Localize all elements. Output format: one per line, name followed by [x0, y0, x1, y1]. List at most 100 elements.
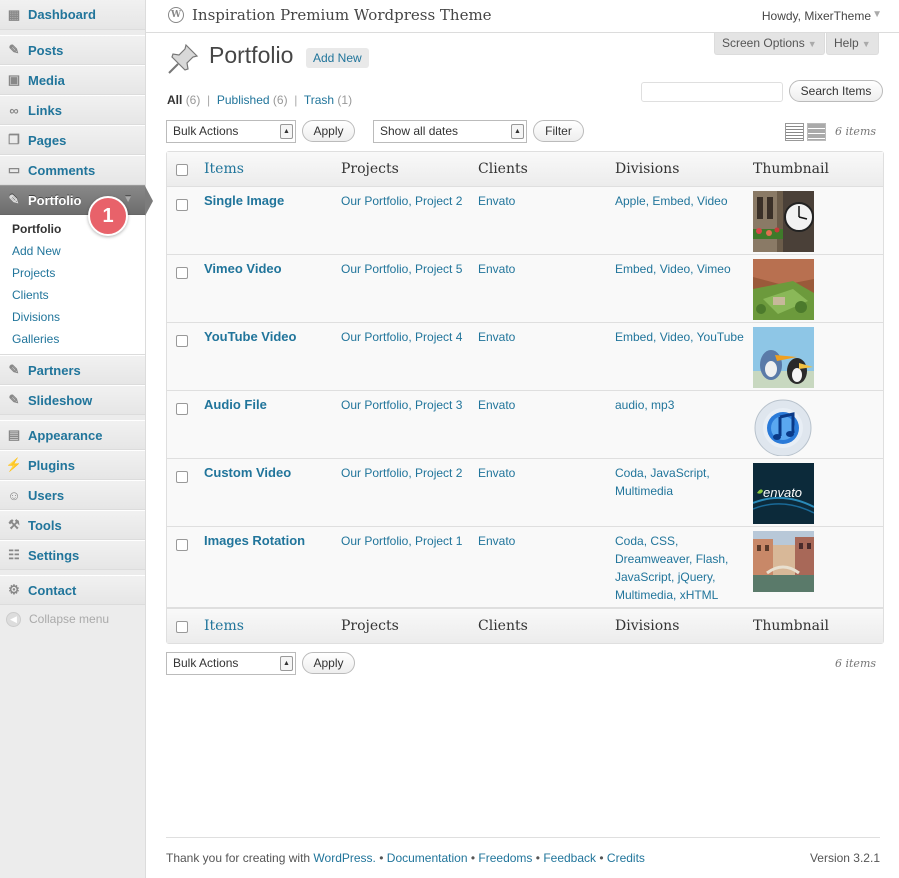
projects-links[interactable]: Our Portfolio, Project 2	[341, 464, 471, 482]
menu-settings[interactable]: ☷ Settings	[0, 540, 145, 570]
select-arrows-icon: ▲	[280, 124, 293, 139]
apply-button[interactable]: Apply	[302, 652, 355, 674]
divisions-links[interactable]: Embed, Video, Vimeo	[615, 260, 745, 278]
search-items-button[interactable]: Search Items	[789, 80, 883, 102]
menu-pages[interactable]: ❐ Pages	[0, 125, 145, 155]
client-link[interactable]: Envato	[478, 328, 515, 346]
select-all-checkbox[interactable]	[176, 621, 188, 633]
chevron-down-icon[interactable]: ▼	[872, 9, 882, 20]
divisions-links[interactable]: Embed, Video, YouTube	[615, 328, 745, 346]
excerpt-view-icon[interactable]	[807, 123, 826, 141]
canal-city-photo[interactable]	[753, 531, 814, 592]
garden-building-photo[interactable]	[753, 259, 814, 320]
screen-options-label: Screen Options	[722, 36, 805, 50]
filter-published[interactable]: Published	[217, 93, 270, 107]
divisions-links[interactable]: Coda, CSS, Dreamweaver, Flash, JavaScrip…	[615, 532, 745, 604]
submenu-galleries[interactable]: Galleries	[0, 328, 145, 350]
row-checkbox[interactable]	[176, 403, 188, 415]
menu-tools[interactable]: ⚒ Tools	[0, 510, 145, 540]
howdy-user[interactable]: Howdy, MixerTheme	[762, 9, 871, 23]
admin-footer: Thank you for creating with WordPress. •…	[166, 837, 880, 865]
menu-links[interactable]: ∞ Links	[0, 95, 145, 125]
client-link[interactable]: Envato	[478, 532, 515, 550]
envato-logo[interactable]: envato	[752, 463, 815, 524]
table-row: YouTube Video Our Portfolio, Project 4 E…	[167, 323, 883, 391]
client-link[interactable]: Envato	[478, 260, 515, 278]
client-link[interactable]: Envato	[478, 396, 515, 414]
row-checkbox[interactable]	[176, 335, 188, 347]
row-checkbox[interactable]	[176, 199, 188, 211]
submenu-add-new[interactable]: Add New	[0, 240, 145, 262]
menu-users[interactable]: ☺ Users	[0, 480, 145, 510]
toucan-birds-photo[interactable]	[753, 327, 814, 388]
menu-portfolio-label: Portfolio	[28, 192, 82, 208]
menu-partners[interactable]: ✎ Partners	[0, 355, 145, 385]
dates-select[interactable]: Show all dates ▲	[373, 120, 527, 143]
menu-pages-label: Pages	[28, 132, 67, 148]
chevron-down-icon: ▼	[861, 39, 871, 49]
filter-separator: |	[290, 93, 301, 107]
site-title-text: Inspiration Premium Wordpress Theme	[192, 6, 492, 24]
row-checkbox[interactable]	[176, 539, 188, 551]
menu-media[interactable]: ▣ Media	[0, 65, 145, 95]
menu-settings-label: Settings	[28, 547, 80, 563]
row-checkbox[interactable]	[176, 267, 188, 279]
apply-button[interactable]: Apply	[302, 120, 355, 142]
site-title[interactable]: W Inspiration Premium Wordpress Theme	[168, 6, 492, 24]
filter-button[interactable]: Filter	[533, 120, 584, 142]
menu-plugins[interactable]: ⚡ Plugins	[0, 450, 145, 480]
bulk-actions-select[interactable]: Bulk Actions ▲	[166, 120, 296, 143]
item-title-link[interactable]: Custom Video	[204, 464, 291, 482]
filter-trash[interactable]: Trash	[304, 93, 334, 107]
menu-media-label: Media	[28, 72, 65, 88]
menu-contact[interactable]: ⚙ Contact	[0, 575, 145, 605]
projects-links[interactable]: Our Portfolio, Project 4	[341, 328, 471, 346]
projects-links[interactable]: Our Portfolio, Project 3	[341, 396, 471, 414]
item-title-link[interactable]: Vimeo Video	[204, 260, 282, 278]
settings-icon: ☷	[8, 547, 20, 562]
projects-links[interactable]: Our Portfolio, Project 1	[341, 532, 471, 550]
menu-posts[interactable]: ✎ Posts	[0, 35, 145, 65]
clock-tower-photo[interactable]	[753, 191, 814, 252]
divisions-links[interactable]: audio, mp3	[615, 396, 745, 414]
screen-options-button[interactable]: Screen Options ▼	[714, 33, 825, 55]
footer-credits-link[interactable]: Credits	[607, 851, 645, 865]
item-title-link[interactable]: Audio File	[204, 396, 267, 414]
menu-slideshow[interactable]: ✎ Slideshow	[0, 385, 145, 415]
client-link[interactable]: Envato	[478, 192, 515, 210]
help-button[interactable]: Help ▼	[826, 33, 879, 55]
footer-documentation-link[interactable]: Documentation	[387, 851, 468, 865]
add-new-button[interactable]: Add New	[306, 48, 369, 68]
search-input[interactable]	[641, 82, 783, 102]
projects-links[interactable]: Our Portfolio, Project 2	[341, 192, 471, 210]
bulk-actions-select[interactable]: Bulk Actions ▲	[166, 652, 296, 675]
menu-appearance[interactable]: ▤ Appearance	[0, 420, 145, 450]
itunes-icon[interactable]	[753, 395, 814, 457]
chevron-down-icon: ▼	[807, 39, 817, 49]
projects-links[interactable]: Our Portfolio, Project 5	[341, 260, 471, 278]
submenu-divisions[interactable]: Divisions	[0, 306, 145, 328]
filter-all[interactable]: All	[167, 93, 182, 107]
item-title-link[interactable]: YouTube Video	[204, 328, 296, 346]
client-link[interactable]: Envato	[478, 464, 515, 482]
dashboard-icon: ▦	[7, 6, 21, 22]
divisions-links[interactable]: Apple, Embed, Video	[615, 192, 745, 210]
menu-comments[interactable]: ▭ Comments	[0, 155, 145, 185]
item-title-link[interactable]: Images Rotation	[204, 532, 305, 550]
list-view-icon[interactable]	[785, 123, 804, 141]
submenu-clients[interactable]: Clients	[0, 284, 145, 306]
submenu-projects[interactable]: Projects	[0, 262, 145, 284]
footer-bullet: •	[379, 851, 384, 865]
chevron-down-icon[interactable]: ▼	[123, 194, 133, 205]
collapse-menu[interactable]: ◀ Collapse menu	[0, 605, 145, 633]
column-items[interactable]: Items	[204, 618, 244, 634]
row-checkbox[interactable]	[176, 471, 188, 483]
column-items[interactable]: Items	[204, 161, 244, 177]
select-all-checkbox[interactable]	[176, 164, 188, 176]
footer-feedback-link[interactable]: Feedback	[543, 851, 596, 865]
divisions-links[interactable]: Coda, JavaScript, Multimedia	[615, 464, 745, 500]
item-title-link[interactable]: Single Image	[204, 192, 284, 210]
footer-freedoms-link[interactable]: Freedoms	[478, 851, 532, 865]
menu-dashboard[interactable]: ▦ Dashboard	[0, 0, 145, 30]
footer-wordpress-link[interactable]: WordPress.	[313, 851, 375, 865]
